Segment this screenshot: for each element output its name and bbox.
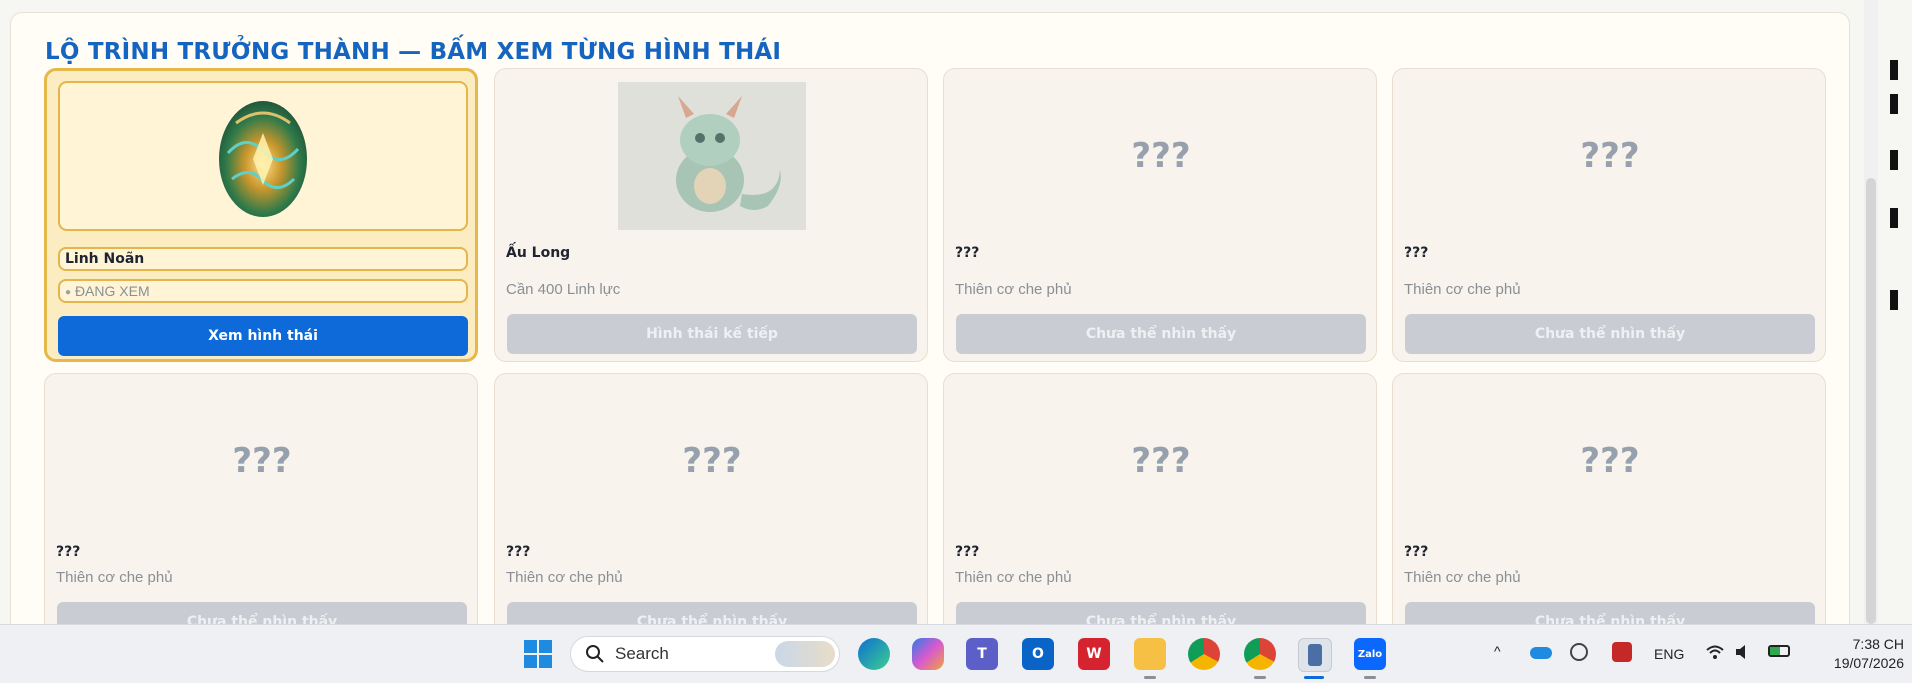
card-description: Thiên cơ che phủ	[1404, 281, 1521, 298]
status-text: ĐANG XEM	[74, 283, 150, 299]
locked-button[interactable]: Chưa thể nhìn thấy	[1405, 314, 1815, 354]
card-image: ???	[956, 386, 1366, 536]
clock-date: 19/07/2026	[1833, 655, 1904, 671]
vivaldi-icon[interactable]	[1612, 642, 1632, 662]
chrome-profile-icon[interactable]	[1244, 638, 1276, 670]
search-highlight-icon	[775, 641, 835, 667]
clock-time: 7:38 CH	[1852, 636, 1904, 652]
taskbar-search[interactable]: Search	[570, 636, 840, 672]
locked-button[interactable]: Chưa thể nhìn thấy	[1405, 602, 1815, 624]
volume-icon[interactable]	[1734, 643, 1752, 661]
active-indicator	[1144, 676, 1156, 679]
sync-icon[interactable]	[1570, 643, 1588, 661]
teams-icon[interactable]: T	[966, 638, 998, 670]
chevron-up-icon[interactable]: ^	[1494, 643, 1501, 659]
form-card-hidden[interactable]: ??? ??? Thiên cơ che phủ Chưa thể nhìn t…	[943, 373, 1377, 624]
form-card-hidden[interactable]: ??? ??? Thiên cơ che phủ Chưa thể nhìn t…	[1392, 373, 1826, 624]
card-name: ???	[1404, 245, 1429, 261]
search-label: Search	[615, 644, 669, 663]
card-image: ???	[1405, 386, 1815, 536]
hidden-placeholder: ???	[682, 441, 742, 481]
locked-button[interactable]: Chưa thể nhìn thấy	[956, 602, 1366, 624]
view-form-button[interactable]: Xem hình thái	[58, 316, 468, 356]
card-status: ● ĐANG XEM	[58, 279, 468, 303]
baby-dragon-image	[618, 82, 806, 230]
form-card-hidden[interactable]: ??? ??? Thiên cơ che phủ Chưa thể nhìn t…	[1392, 68, 1826, 362]
hidden-placeholder: ???	[1131, 136, 1191, 176]
chrome-icon[interactable]	[1188, 638, 1220, 670]
zalo-label: Zalo	[1357, 648, 1383, 660]
status-dot-icon: ●	[65, 286, 72, 298]
wifi-icon[interactable]	[1706, 643, 1724, 661]
clock[interactable]: 7:38 CH 19/07/2026	[1808, 635, 1904, 673]
hidden-placeholder: ???	[1580, 441, 1640, 481]
card-name: ???	[1404, 544, 1429, 560]
edge-icon[interactable]	[858, 638, 890, 670]
file-explorer-icon[interactable]	[1134, 638, 1166, 670]
card-name: Linh Noãn	[58, 247, 468, 271]
card-description: Thiên cơ che phủ	[955, 569, 1072, 586]
active-indicator	[1254, 676, 1266, 679]
locked-button[interactable]: Chưa thể nhìn thấy	[956, 314, 1366, 354]
windows-taskbar: Search T O W Zalo ^ ENG 7:38 CH 19/07/20…	[0, 624, 1912, 683]
card-name: ???	[955, 245, 980, 261]
dragon-egg-image	[219, 101, 307, 217]
locked-button[interactable]: Chưa thể nhìn thấy	[507, 602, 917, 624]
card-image: ???	[57, 386, 467, 536]
panel-title: LỘ TRÌNH TRƯỞNG THÀNH — BẤM XEM TỪNG HÌN…	[45, 39, 782, 65]
zalo-icon[interactable]: Zalo	[1354, 638, 1386, 670]
card-image	[58, 81, 468, 231]
browser-viewport: LỘ TRÌNH TRƯỞNG THÀNH — BẤM XEM TỪNG HÌN…	[0, 0, 1912, 624]
vertical-scrollbar[interactable]	[1864, 0, 1878, 624]
search-icon	[586, 645, 604, 663]
card-name: ???	[56, 544, 81, 560]
card-image	[507, 81, 917, 231]
edge-decoration	[1890, 60, 1912, 320]
card-image: ???	[1405, 81, 1815, 231]
wps-icon[interactable]: W	[1078, 638, 1110, 670]
wps-label: W	[1086, 646, 1102, 662]
card-requirement: Cần 400 Linh lực	[506, 281, 621, 298]
hidden-placeholder: ???	[232, 441, 292, 481]
active-indicator	[1364, 676, 1376, 679]
card-name: ???	[955, 544, 980, 560]
scrollbar-thumb[interactable]	[1866, 178, 1876, 624]
windows-start-icon[interactable]	[522, 638, 554, 670]
copilot-icon[interactable]	[912, 638, 944, 670]
hidden-placeholder: ???	[1131, 441, 1191, 481]
form-card-au-long[interactable]: Ấu Long Cần 400 Linh lực Hình thái kế ti…	[494, 68, 928, 362]
growth-path-panel: LỘ TRÌNH TRƯỞNG THÀNH — BẤM XEM TỪNG HÌN…	[10, 12, 1850, 624]
language-indicator[interactable]: ENG	[1654, 646, 1684, 662]
locked-button[interactable]: Chưa thể nhìn thấy	[57, 602, 467, 624]
card-name: ???	[506, 544, 531, 560]
next-form-button[interactable]: Hình thái kế tiếp	[507, 314, 917, 354]
battery-icon[interactable]	[1768, 645, 1790, 657]
active-indicator	[1304, 676, 1324, 679]
card-description: Thiên cơ che phủ	[955, 281, 1072, 298]
form-card-hidden[interactable]: ??? ??? Thiên cơ che phủ Chưa thể nhìn t…	[44, 373, 478, 624]
card-description: Thiên cơ che phủ	[56, 569, 173, 586]
card-image: ???	[507, 386, 917, 536]
form-card-hidden[interactable]: ??? ??? Thiên cơ che phủ Chưa thể nhìn t…	[494, 373, 928, 624]
card-image: ???	[956, 81, 1366, 231]
form-card-linh-noan[interactable]: Linh Noãn ● ĐANG XEM Xem hình thái	[44, 68, 478, 362]
card-name: Ấu Long	[506, 245, 571, 261]
form-card-hidden[interactable]: ??? ??? Thiên cơ che phủ Chưa thể nhìn t…	[943, 68, 1377, 362]
onedrive-icon[interactable]	[1530, 647, 1552, 659]
app-icon[interactable]	[1298, 638, 1332, 672]
outlook-icon[interactable]: O	[1022, 638, 1054, 670]
hidden-placeholder: ???	[1580, 136, 1640, 176]
card-description: Thiên cơ che phủ	[506, 569, 623, 586]
card-description: Thiên cơ che phủ	[1404, 569, 1521, 586]
